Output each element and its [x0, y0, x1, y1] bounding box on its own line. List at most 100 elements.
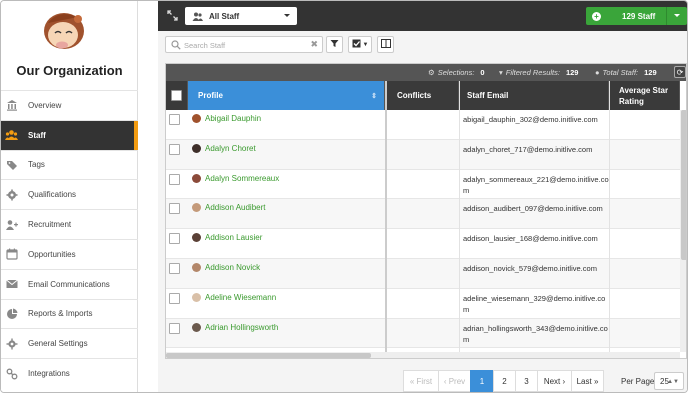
avatar — [192, 322, 201, 332]
avatar — [192, 233, 201, 243]
per-page-select[interactable]: 25 ▲▼ — [654, 372, 684, 390]
refresh-button[interactable]: ⟳ — [674, 66, 686, 78]
staff-filter-value: All Staff — [209, 11, 240, 21]
staff-name[interactable]: Addison Lausier — [205, 233, 262, 242]
staff-name[interactable]: Adalyn Choret — [205, 144, 256, 153]
vertical-scrollbar[interactable] — [680, 110, 686, 352]
staff-name-link[interactable]: Addison Lausier — [192, 233, 262, 243]
table-row[interactable]: Adalyn Sommereaux adalyn_sommereaux_221@d… — [166, 169, 680, 200]
staff-name[interactable]: Adalyn Sommereaux — [205, 174, 279, 183]
select-all-header — [166, 81, 188, 110]
sidebar-item-opportunities[interactable]: Opportunities — [1, 238, 138, 269]
clear-search-icon[interactable]: ✖ — [310, 39, 318, 50]
staff-name-link[interactable]: Addison Audibert — [192, 203, 266, 213]
staff-name-link[interactable]: Adalyn Choret — [192, 143, 256, 153]
filtered-results-stat: ▾ Filtered Results: 129 — [499, 68, 579, 77]
staff-name[interactable]: Addison Novick — [205, 263, 260, 272]
chevron-down-icon — [284, 14, 290, 17]
staff-email: adeline_wiesemann_329@demo.initlive.com — [463, 293, 606, 314]
bulk-select-button[interactable]: ▼ — [348, 36, 372, 53]
sidebar-item-integrations[interactable]: Integrations — [1, 358, 138, 388]
pie-chart-icon — [5, 307, 18, 320]
sidebar-item-label: Tags — [28, 160, 45, 170]
row-checkbox[interactable] — [169, 292, 180, 304]
horizontal-scrollbar[interactable] — [166, 352, 680, 358]
row-checkbox[interactable] — [169, 143, 180, 155]
staff-email: addison_audibert_097@demo.initlive.com — [463, 204, 603, 214]
avatar — [192, 263, 201, 272]
chevron-down-icon[interactable] — [674, 14, 680, 17]
pagination: « First ‹ Prev 1 2 3 Next › Last » — [403, 370, 604, 392]
table-row[interactable]: Addison Lausier addison_lausier_168@demo.… — [166, 229, 680, 259]
table-row[interactable]: Adrian Hollingsworth adrian_hollingsworth… — [166, 318, 680, 349]
avatar — [192, 143, 201, 153]
column-header-email[interactable]: Staff Email — [459, 81, 609, 110]
prev-page-button[interactable]: ‹ Prev — [438, 370, 471, 392]
add-staff-button[interactable]: + 129 Staff — [586, 7, 687, 25]
scrollbar-thumb[interactable] — [166, 353, 371, 358]
sidebar-item-label: Opportunities — [28, 249, 76, 259]
scrollbar-thumb[interactable] — [681, 110, 686, 260]
staff-name-link[interactable]: Abigail Dauphin — [192, 114, 261, 123]
sidebar-item-overview[interactable]: Overview — [1, 90, 138, 120]
sidebar-item-qualifications[interactable]: Qualifications — [1, 179, 138, 209]
column-divider — [385, 81, 387, 352]
table-row[interactable]: Addison Audibert addison_audibert_097@dem… — [166, 199, 680, 230]
sidebar-item-general-settings[interactable]: General Settings — [1, 328, 138, 358]
search-input[interactable] — [184, 39, 304, 51]
columns-button[interactable] — [377, 36, 394, 53]
table-row[interactable]: Adeline Wiesemann adeline_wiesemann_329@d… — [166, 288, 680, 319]
first-page-button[interactable]: « First — [403, 370, 439, 392]
avatar — [192, 114, 201, 123]
chevron-down-icon: ▲▼ — [667, 379, 679, 385]
row-checkbox[interactable] — [169, 233, 180, 245]
sidebar-item-label: General Settings — [28, 339, 88, 349]
table-row[interactable]: Adalyn Choret adalyn_choret_717@demo.init… — [166, 139, 680, 170]
last-page-button[interactable]: Last » — [571, 370, 604, 392]
sidebar-item-staff[interactable]: Staff — [1, 119, 138, 150]
sidebar-item-tags[interactable]: Tags — [1, 149, 138, 180]
sidebar-item-label: Staff — [28, 130, 46, 140]
sidebar-item-email-communications[interactable]: Email Communications — [1, 268, 138, 299]
table-row[interactable]: Abigail Dauphin abigail_dauphin_302@demo.… — [166, 110, 680, 140]
checkbox-icon — [352, 39, 361, 50]
staff-email: abigail_dauphin_302@demo.initlive.com — [463, 115, 598, 124]
staff-name-link[interactable]: Adalyn Sommereaux — [192, 173, 279, 183]
staff-name-link[interactable]: Addison Novick — [192, 263, 260, 272]
staff-name-link[interactable]: Adrian Hollingsworth — [192, 322, 278, 332]
sidebar-item-recruitment[interactable]: Recruitment — [1, 209, 138, 239]
bank-icon — [5, 99, 18, 112]
page-1-button[interactable]: 1 — [470, 370, 494, 392]
refresh-icon: ⟳ — [676, 67, 684, 77]
staff-name[interactable]: Adrian Hollingsworth — [205, 323, 278, 332]
staff-name[interactable]: Adeline Wiesemann — [205, 293, 276, 302]
staff-name[interactable]: Abigail Dauphin — [205, 114, 261, 123]
add-staff-label: 129 Staff — [622, 11, 656, 21]
filter-button[interactable] — [326, 36, 343, 53]
select-all-checkbox[interactable] — [171, 90, 182, 101]
sidebar-item-reports-imports[interactable]: Reports & Imports — [1, 298, 138, 329]
staff-name-link[interactable]: Adeline Wiesemann — [192, 292, 276, 302]
staff-name[interactable]: Addison Audibert — [205, 203, 266, 212]
users-icon: ● — [595, 68, 600, 77]
staff-table: ⚙ Selections: 0 ▾ Filtered Results: 129 ● Tot… — [165, 63, 687, 359]
column-header-conflicts[interactable]: Conflicts — [385, 81, 459, 110]
search-icon — [171, 40, 181, 52]
next-page-button[interactable]: Next › — [537, 370, 572, 392]
staff-filter-select[interactable]: All Staff — [185, 7, 297, 25]
expand-button[interactable] — [163, 7, 181, 25]
column-header-rating[interactable]: Average Star Rating — [609, 81, 680, 110]
sidebar-item-label: Qualifications — [28, 190, 77, 200]
row-checkbox[interactable] — [169, 263, 180, 274]
avatar — [192, 292, 201, 302]
row-checkbox[interactable] — [169, 114, 180, 125]
page-2-button[interactable]: 2 — [493, 370, 516, 392]
table-row[interactable]: Addison Novick addison_novick_579@demo.in… — [166, 259, 680, 289]
row-checkbox[interactable] — [169, 173, 180, 185]
row-checkbox[interactable] — [169, 322, 180, 334]
avatar — [192, 173, 201, 183]
page-3-button[interactable]: 3 — [515, 370, 538, 392]
column-header-profile[interactable]: Profile ⇕ — [188, 81, 385, 110]
sidebar-item-label: Reports & Imports — [28, 309, 93, 319]
row-checkbox[interactable] — [169, 203, 180, 215]
